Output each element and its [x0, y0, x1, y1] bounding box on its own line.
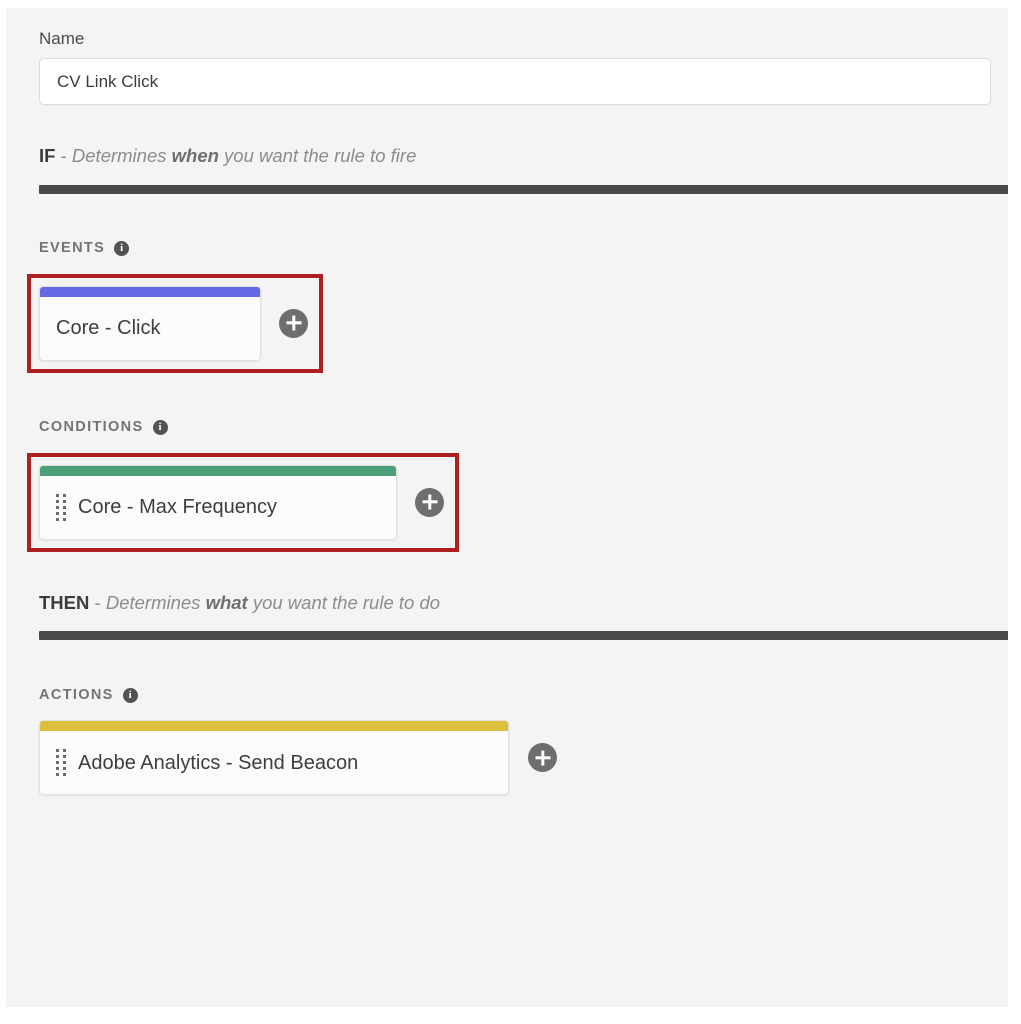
add-event-button[interactable] — [279, 308, 308, 338]
info-icon[interactable]: i — [122, 687, 138, 703]
condition-card-title: Core - Max Frequency — [78, 496, 277, 518]
actions-group-label: ACTIONS i — [39, 687, 1008, 703]
name-field-label: Name — [39, 29, 85, 48]
drag-handle-icon[interactable] — [56, 749, 66, 776]
then-dash: - — [89, 591, 106, 613]
if-text-after: you want the rule to fire — [218, 145, 417, 166]
add-action-button[interactable] — [528, 743, 557, 772]
actions-card-row: Adobe Analytics - Send Beacon — [39, 720, 1008, 795]
event-card-color-bar — [40, 286, 260, 297]
action-card[interactable]: Adobe Analytics - Send Beacon — [39, 720, 509, 795]
drag-handle-icon[interactable] — [56, 493, 66, 521]
conditions-label-text: CONDITIONS — [39, 419, 144, 436]
events-label-text: EVENTS — [39, 240, 106, 257]
conditions-annotation-highlight: Core - Max Frequency — [27, 452, 459, 552]
if-section-heading: IF - Determines when you want the rule t… — [39, 145, 1008, 166]
then-text-after: you want the rule to do — [247, 591, 441, 613]
if-emphasis-word: when — [171, 145, 219, 166]
then-keyword: THEN — [39, 591, 90, 613]
event-card[interactable]: Core - Click — [39, 285, 261, 361]
conditions-group-label: CONDITIONS i — [39, 420, 1008, 436]
condition-card-color-bar — [40, 465, 396, 476]
info-icon[interactable]: i — [114, 241, 130, 256]
events-group-label: EVENTS i — [39, 241, 1008, 257]
event-card-title: Core - Click — [56, 317, 161, 339]
if-dash: - — [55, 145, 72, 166]
rule-form-panel: Name IF - Determines when you want the r… — [6, 8, 1008, 1007]
condition-card[interactable]: Core - Max Frequency — [39, 464, 397, 540]
info-icon[interactable]: i — [152, 420, 168, 435]
events-annotation-highlight: Core - Click — [27, 273, 323, 373]
actions-label-text: ACTIONS — [39, 686, 114, 703]
if-text-before: Determines — [71, 145, 172, 166]
events-card-row: Core - Click — [27, 273, 1008, 373]
add-condition-button[interactable] — [415, 487, 444, 517]
then-section-divider — [39, 631, 1008, 640]
then-emphasis-word: what — [205, 591, 248, 613]
rule-name-input[interactable] — [39, 58, 991, 105]
action-card-color-bar — [40, 721, 508, 731]
rule-builder-page: Name IF - Determines when you want the r… — [0, 0, 1021, 1024]
if-keyword: IF — [39, 145, 56, 166]
then-text-before: Determines — [105, 591, 206, 613]
action-card-title: Adobe Analytics - Send Beacon — [78, 751, 359, 774]
if-section-divider — [39, 184, 1008, 194]
conditions-card-row: Core - Max Frequency — [27, 452, 1008, 552]
then-section-heading: THEN - Determines what you want the rule… — [39, 591, 1008, 613]
